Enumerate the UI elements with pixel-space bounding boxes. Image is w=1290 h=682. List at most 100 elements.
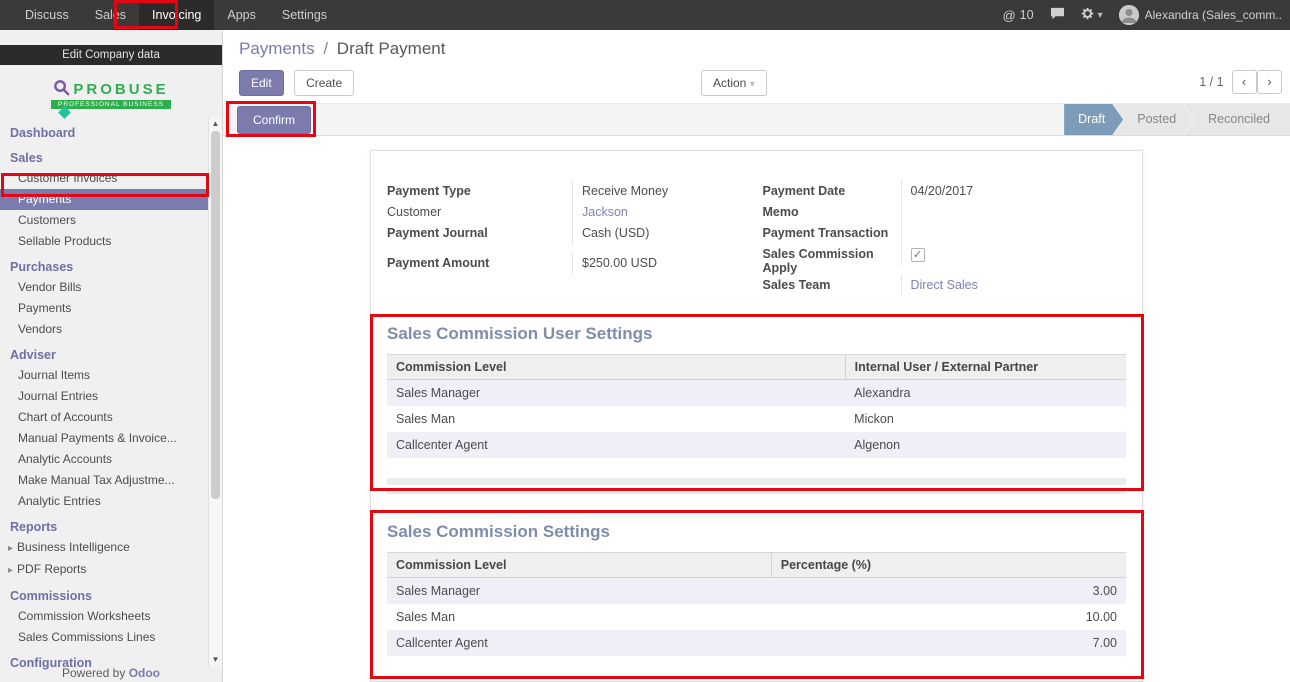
- sidebar-section-adviser[interactable]: Adviser: [0, 345, 222, 365]
- field-label-sales-team: Sales Team: [763, 275, 901, 292]
- status-posted[interactable]: Posted: [1113, 104, 1194, 135]
- field-value-payment-amount: $250.00 USD: [572, 253, 751, 274]
- field-value-payment-type: Receive Money: [572, 181, 751, 202]
- menu-settings[interactable]: Settings: [269, 0, 340, 30]
- sidebar-scrollbar[interactable]: ▲ ▼: [208, 118, 222, 666]
- caret-down-icon: ▾: [1098, 10, 1103, 21]
- scrollbar-thumb[interactable]: [211, 131, 220, 499]
- sidebar-item-dashboard[interactable]: Dashboard: [0, 123, 222, 143]
- breadcrumb-payments[interactable]: Payments: [239, 39, 315, 58]
- menu-apps[interactable]: Apps: [214, 0, 269, 30]
- sidebar-section-commissions[interactable]: Commissions: [0, 586, 222, 606]
- sidebar-item-vendors[interactable]: Vendors: [0, 319, 222, 340]
- top-navbar: Discuss Sales Invoicing Apps Settings @ …: [0, 0, 1290, 30]
- table-row[interactable]: Callcenter Agent 7.00: [387, 630, 1126, 656]
- scroll-down-icon[interactable]: ▼: [209, 654, 222, 666]
- cell-percentage: 3.00: [771, 578, 1126, 605]
- expand-caret-icon: ▸: [8, 543, 13, 554]
- avatar: [1119, 5, 1139, 25]
- mentions-counter[interactable]: @ 10: [1002, 8, 1033, 23]
- status-draft[interactable]: Draft: [1064, 104, 1123, 135]
- cell-internal-user: Algenon: [845, 432, 1126, 458]
- sidebar-item-vendor-bills[interactable]: Vendor Bills: [0, 277, 222, 298]
- cell-commission-level: Sales Manager: [387, 380, 845, 407]
- field-label-payment-date: Payment Date: [763, 181, 901, 198]
- sidebar-item-payments-purchases[interactable]: Payments: [0, 298, 222, 319]
- field-grid: Payment Type Receive Money Customer Jack…: [387, 181, 1126, 296]
- caret-down-icon: ▾: [750, 79, 755, 90]
- column-header-commission-level[interactable]: Commission Level: [387, 553, 771, 578]
- field-value-payment-transaction: [901, 223, 1127, 244]
- logo-subtitle: PROFESSIONAL BUSINESS: [51, 100, 171, 109]
- menu-invoicing[interactable]: Invoicing: [139, 0, 214, 30]
- pager-next-button[interactable]: ›: [1257, 70, 1282, 94]
- powered-by: Powered by Odoo: [0, 666, 222, 680]
- sales-team-link[interactable]: Direct Sales: [901, 275, 1127, 296]
- company-logo[interactable]: PROBUSE PROFESSIONAL BUSINESS: [0, 65, 222, 117]
- field-value-memo: [901, 202, 1127, 223]
- edit-company-button[interactable]: Edit Company data: [0, 45, 222, 65]
- pager: 1 / 1 ‹ ›: [1199, 70, 1282, 94]
- status-widget: Draft Posted Reconciled: [1064, 104, 1290, 135]
- table-row[interactable]: Sales Manager 3.00: [387, 578, 1126, 605]
- sidebar-item-analytic-accounts[interactable]: Analytic Accounts: [0, 449, 222, 470]
- sidebar-item-customers[interactable]: Customers: [0, 210, 222, 231]
- menu-sales[interactable]: Sales: [82, 0, 139, 30]
- commission-settings-heading: Sales Commission Settings: [387, 522, 1126, 542]
- sidebar-section-reports[interactable]: Reports: [0, 517, 222, 537]
- empty-rows-filler: [387, 478, 1126, 494]
- status-reconciled[interactable]: Reconciled: [1184, 104, 1290, 135]
- pager-prev-button[interactable]: ‹: [1232, 70, 1257, 94]
- confirm-button[interactable]: Confirm: [237, 106, 311, 134]
- column-header-percentage[interactable]: Percentage (%): [771, 553, 1126, 578]
- sidebar-item-tax-adjustments[interactable]: Make Manual Tax Adjustme...: [0, 470, 222, 491]
- statusbar: Confirm Draft Posted Reconciled: [223, 103, 1290, 136]
- column-header-commission-level[interactable]: Commission Level: [387, 355, 845, 380]
- sidebar: Edit Company data PROBUSE PROFESSIONAL B…: [0, 30, 223, 682]
- table-row[interactable]: Sales Man Mickon: [387, 406, 1126, 432]
- scroll-up-icon[interactable]: ▲: [209, 118, 222, 130]
- create-button[interactable]: Create: [294, 70, 354, 96]
- payment-form-sheet: Payment Type Receive Money Customer Jack…: [370, 150, 1143, 682]
- sidebar-item-chart-of-accounts[interactable]: Chart of Accounts: [0, 407, 222, 428]
- cell-percentage: 10.00: [771, 604, 1126, 630]
- cell-commission-level: Callcenter Agent: [387, 432, 845, 458]
- sidebar-item-journal-entries[interactable]: Journal Entries: [0, 386, 222, 407]
- column-header-internal-user[interactable]: Internal User / External Partner: [845, 355, 1126, 380]
- table-row[interactable]: Sales Man 10.00: [387, 604, 1126, 630]
- odoo-link[interactable]: Odoo: [129, 666, 160, 680]
- sidebar-section-purchases[interactable]: Purchases: [0, 257, 222, 277]
- table-row[interactable]: Callcenter Agent Algenon: [387, 432, 1126, 458]
- messages-button[interactable]: [1050, 7, 1065, 23]
- sidebar-item-analytic-entries[interactable]: Analytic Entries: [0, 491, 222, 512]
- cell-internal-user: Mickon: [845, 406, 1126, 432]
- customer-link[interactable]: Jackson: [572, 202, 751, 223]
- table-row[interactable]: Sales Manager Alexandra: [387, 380, 1126, 407]
- user-menu[interactable]: Alexandra (Sales_comm..: [1119, 5, 1282, 25]
- action-dropdown[interactable]: Action ▾: [701, 70, 767, 96]
- user-name: Alexandra (Sales_comm..: [1145, 8, 1282, 22]
- breadcrumb: Payments / Draft Payment: [239, 39, 445, 59]
- edit-button[interactable]: Edit: [239, 70, 284, 96]
- cell-commission-level: Sales Manager: [387, 578, 771, 605]
- sidebar-item-sellable-products[interactable]: Sellable Products: [0, 231, 222, 252]
- sidebar-item-journal-items[interactable]: Journal Items: [0, 365, 222, 386]
- topbar-right-cluster: @ 10 ▾ Alexandra (Sales_comm..: [1002, 0, 1290, 30]
- sidebar-item-payments[interactable]: Payments: [0, 189, 222, 210]
- magnifier-icon: [53, 79, 70, 99]
- menu-discuss[interactable]: Discuss: [12, 0, 82, 30]
- sidebar-item-commission-worksheets[interactable]: Commission Worksheets: [0, 606, 222, 627]
- sidebar-item-business-intelligence[interactable]: ▸Business Intelligence: [0, 537, 222, 559]
- cell-percentage: 7.00: [771, 630, 1126, 656]
- sidebar-item-customer-invoices[interactable]: Customer Invoices: [0, 168, 222, 189]
- sidebar-item-sales-commissions-lines[interactable]: Sales Commissions Lines: [0, 627, 222, 648]
- sales-commission-apply-checkbox[interactable]: ✓: [911, 248, 925, 262]
- powered-by-label: Powered by: [62, 666, 125, 680]
- table-header-row: Commission Level Percentage (%): [387, 553, 1126, 578]
- sidebar-item-pdf-reports[interactable]: ▸PDF Reports: [0, 559, 222, 581]
- sidebar-item-manual-payments[interactable]: Manual Payments & Invoice...: [0, 428, 222, 449]
- cell-internal-user: Alexandra: [845, 380, 1126, 407]
- sidebar-nav: Dashboard Sales Customer Invoices Paymen…: [0, 123, 222, 673]
- sidebar-section-sales[interactable]: Sales: [0, 148, 222, 168]
- debug-menu-button[interactable]: ▾: [1081, 7, 1103, 23]
